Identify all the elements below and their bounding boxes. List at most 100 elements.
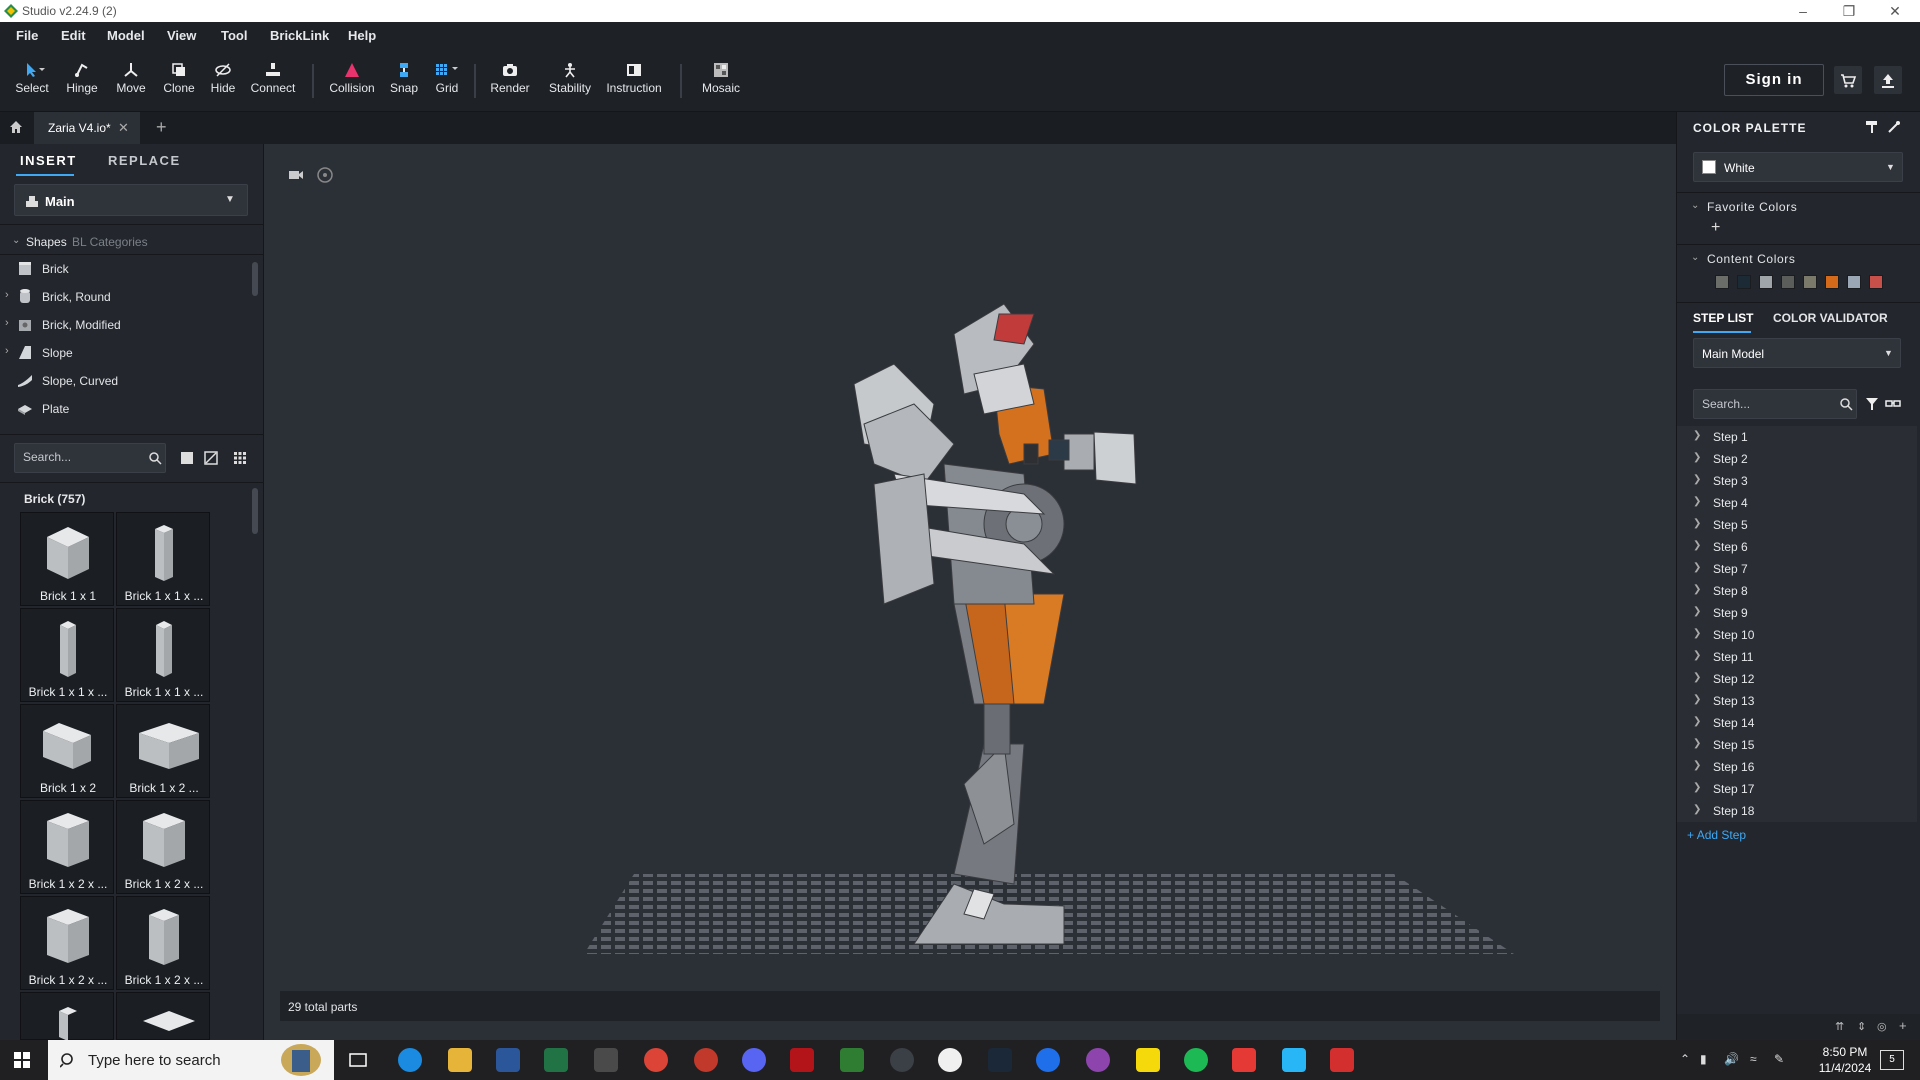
chrome-profile-icon[interactable] bbox=[694, 1048, 718, 1072]
chevron-down-icon[interactable]: ⌄ bbox=[1691, 200, 1700, 211]
content-color-swatch[interactable] bbox=[1759, 275, 1773, 289]
category-brick-modified[interactable]: › Brick, Modified bbox=[0, 314, 250, 336]
view-solid-icon[interactable] bbox=[180, 451, 194, 465]
content-color-swatch[interactable] bbox=[1737, 275, 1751, 289]
content-color-swatch[interactable] bbox=[1803, 275, 1817, 289]
word-icon[interactable] bbox=[496, 1048, 520, 1072]
menu-bricklink[interactable]: BrickLink bbox=[270, 28, 329, 43]
connect-tool-button[interactable]: Connect bbox=[250, 62, 296, 95]
photos-icon[interactable] bbox=[1282, 1048, 1306, 1072]
expand-all-icon[interactable]: ⇕ bbox=[1857, 1020, 1866, 1033]
wifi-icon[interactable]: ≈ bbox=[1750, 1052, 1757, 1066]
minecraft-icon[interactable] bbox=[594, 1048, 618, 1072]
minimize-icon[interactable]: – bbox=[1780, 0, 1826, 22]
step-item[interactable]: ❯ Step 11 bbox=[1677, 646, 1917, 668]
3d-viewport[interactable] bbox=[264, 144, 1676, 1040]
menu-edit[interactable]: Edit bbox=[61, 28, 86, 43]
edge-icon[interactable] bbox=[398, 1048, 422, 1072]
step-item[interactable]: ❯ Step 8 bbox=[1677, 580, 1917, 602]
add-favorite-color-icon[interactable]: + bbox=[1711, 219, 1720, 237]
volume-icon[interactable]: 🔊 bbox=[1724, 1052, 1739, 1066]
step-search-input[interactable] bbox=[1702, 397, 1832, 411]
step-item[interactable]: ❯ Step 13 bbox=[1677, 690, 1917, 712]
add-icon[interactable]: + bbox=[1899, 1018, 1907, 1033]
cart-button[interactable] bbox=[1834, 66, 1862, 94]
part-tile[interactable]: Brick 1 x 2 x ... bbox=[20, 896, 114, 990]
part-search-input[interactable] bbox=[23, 450, 141, 464]
step-item[interactable]: ❯ Step 14 bbox=[1677, 712, 1917, 734]
menu-help[interactable]: Help bbox=[348, 28, 376, 43]
part-search-field[interactable] bbox=[14, 443, 166, 473]
palette-select[interactable]: Main ▼ bbox=[14, 184, 248, 216]
render-button[interactable]: Render bbox=[490, 62, 530, 95]
step-item[interactable]: ❯ Step 12 bbox=[1677, 668, 1917, 690]
bricklink-app-icon[interactable] bbox=[1232, 1048, 1256, 1072]
chat-app-icon[interactable] bbox=[1086, 1048, 1110, 1072]
chevron-up-icon[interactable]: ⌃ bbox=[1680, 1052, 1690, 1066]
grid-toggle-button[interactable]: Grid bbox=[432, 62, 462, 95]
step-item[interactable]: ❯ Step 1 bbox=[1677, 426, 1917, 448]
tab-step-list[interactable]: STEP LIST bbox=[1693, 311, 1753, 325]
step-item[interactable]: ❯ Step 15 bbox=[1677, 734, 1917, 756]
step-item[interactable]: ❯ Step 2 bbox=[1677, 448, 1917, 470]
search-icon[interactable] bbox=[1840, 398, 1853, 411]
content-color-swatch[interactable] bbox=[1869, 275, 1883, 289]
search-icon[interactable] bbox=[149, 452, 162, 465]
collapse-all-icon[interactable]: ⇈ bbox=[1835, 1020, 1844, 1033]
pen-icon[interactable]: ✎ bbox=[1774, 1052, 1784, 1066]
step-item[interactable]: ❯ Step 4 bbox=[1677, 492, 1917, 514]
tab-color-validator[interactable]: COLOR VALIDATOR bbox=[1773, 311, 1888, 325]
spotify-icon[interactable] bbox=[1184, 1048, 1208, 1072]
menu-model[interactable]: Model bbox=[107, 28, 145, 43]
content-color-swatch[interactable] bbox=[1781, 275, 1795, 289]
filter-tab-bl-categories[interactable]: BL Categories bbox=[72, 235, 148, 249]
paint-roller-icon[interactable] bbox=[1865, 120, 1879, 134]
clone-tool-button[interactable]: Clone bbox=[160, 62, 198, 95]
acrobat-icon[interactable] bbox=[1330, 1048, 1354, 1072]
category-brick-round[interactable]: › Brick, Round bbox=[0, 286, 250, 308]
part-tile[interactable]: Brick 1 x 2 x ... bbox=[116, 800, 210, 894]
category-slope-curved[interactable]: Slope, Curved bbox=[0, 370, 250, 392]
color-select[interactable]: White ▼ bbox=[1693, 152, 1903, 182]
excel-icon[interactable] bbox=[544, 1048, 568, 1072]
category-slope[interactable]: › Slope bbox=[0, 342, 250, 364]
step-item[interactable]: ❯ Step 9 bbox=[1677, 602, 1917, 624]
step-item[interactable]: ❯ Step 18 bbox=[1677, 800, 1917, 822]
part-tile[interactable]: Brick 1 x 2 x ... bbox=[20, 800, 114, 894]
parts-scrollbar[interactable] bbox=[252, 488, 258, 534]
step-search-field[interactable] bbox=[1693, 389, 1857, 419]
close-tab-icon[interactable]: ✕ bbox=[118, 120, 129, 136]
hide-steps-icon[interactable]: ◎ bbox=[1877, 1020, 1887, 1033]
category-scrollbar[interactable] bbox=[252, 262, 258, 296]
step-item[interactable]: ❯ Step 7 bbox=[1677, 558, 1917, 580]
step-item[interactable]: ❯ Step 10 bbox=[1677, 624, 1917, 646]
filter-icon[interactable] bbox=[1865, 397, 1879, 411]
task-view-icon[interactable] bbox=[346, 1048, 370, 1072]
part-tile[interactable]: Brick 1 x 1 x ... bbox=[116, 512, 210, 606]
part-tile[interactable] bbox=[20, 992, 114, 1041]
step-item[interactable]: ❯ Step 17 bbox=[1677, 778, 1917, 800]
taskbar-search-box[interactable]: Type here to search bbox=[48, 1040, 334, 1080]
part-tile[interactable]: Brick 1 x 2 x ... bbox=[116, 896, 210, 990]
steam-icon[interactable] bbox=[988, 1048, 1012, 1072]
view-grid-icon[interactable] bbox=[233, 451, 247, 465]
content-color-swatch[interactable] bbox=[1715, 275, 1729, 289]
chevron-down-icon[interactable]: ⌄ bbox=[1691, 252, 1700, 263]
step-item[interactable]: ❯ Step 5 bbox=[1677, 514, 1917, 536]
part-tile[interactable]: Brick 1 x 2 bbox=[20, 704, 114, 798]
menu-file[interactable]: File bbox=[16, 28, 38, 43]
category-plate[interactable]: Plate bbox=[0, 398, 250, 420]
sign-in-button[interactable]: Sign in bbox=[1724, 64, 1824, 96]
filter-tab-shapes[interactable]: Shapes bbox=[26, 235, 67, 249]
arc-app-icon[interactable] bbox=[1036, 1048, 1060, 1072]
restore-icon[interactable]: ❐ bbox=[1826, 0, 1872, 22]
menu-view[interactable]: View bbox=[167, 28, 196, 43]
category-brick[interactable]: Brick bbox=[0, 258, 250, 280]
sticky-notes-icon[interactable] bbox=[1136, 1048, 1160, 1072]
penguin-app-icon[interactable] bbox=[938, 1048, 962, 1072]
windows-start-icon[interactable] bbox=[14, 1052, 30, 1068]
menu-tool[interactable]: Tool bbox=[221, 28, 247, 43]
stability-button[interactable]: Stability bbox=[546, 62, 594, 95]
step-item[interactable]: ❯ Step 16 bbox=[1677, 756, 1917, 778]
step-item[interactable]: ❯ Step 6 bbox=[1677, 536, 1917, 558]
